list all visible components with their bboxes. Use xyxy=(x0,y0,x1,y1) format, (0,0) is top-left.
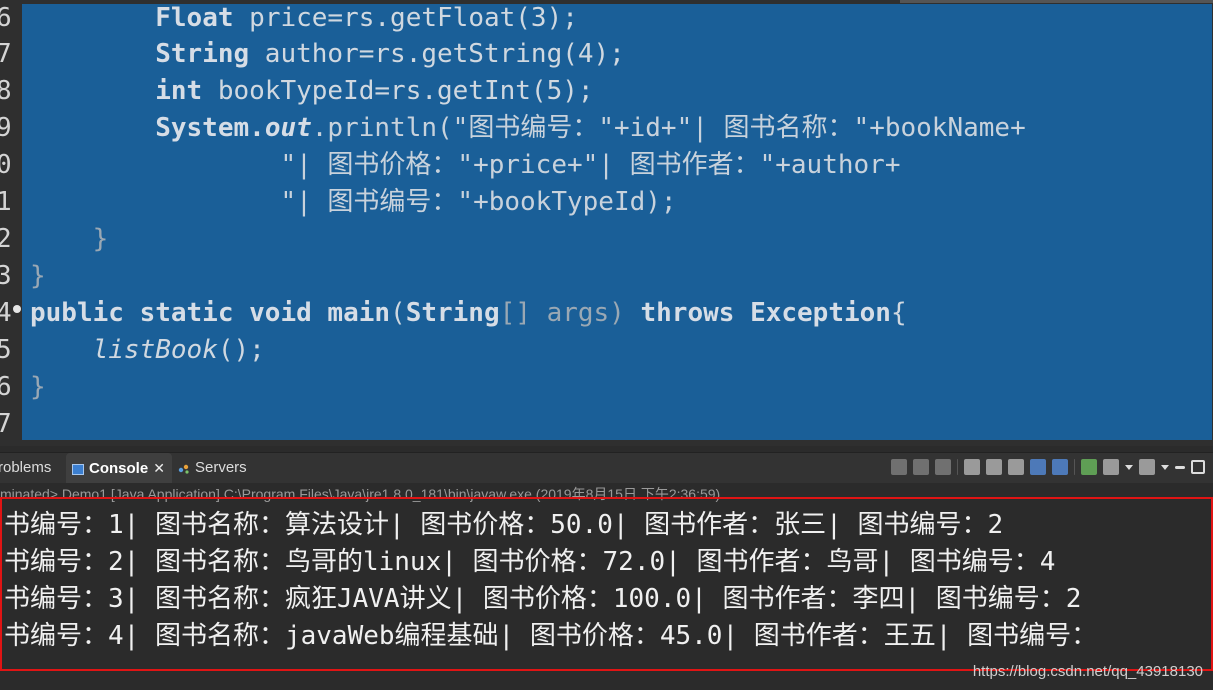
code-editor[interactable]: 6 7 8 9 0 1 2 3 4 5 6 7 Float price=rs.g… xyxy=(0,0,1213,446)
line-number: 0 xyxy=(0,150,12,180)
scroll-lock-icon[interactable] xyxy=(986,459,1002,475)
watermark: https://blog.csdn.net/qq_43918130 xyxy=(972,663,1203,680)
remove-launch-icon[interactable] xyxy=(913,459,929,475)
code-line: public static void main(String[] args) t… xyxy=(30,298,907,328)
code-line: listBook(); xyxy=(92,335,265,365)
tab-servers-label: Servers xyxy=(195,459,247,476)
editor-top-edge xyxy=(900,0,1213,3)
line-number: 4 xyxy=(0,298,12,328)
word-wrap-icon[interactable] xyxy=(1008,459,1024,475)
tab-console[interactable]: Console ✕ xyxy=(66,453,172,483)
display-console-icon[interactable] xyxy=(1103,459,1119,475)
fold-toggle-icon[interactable] xyxy=(13,305,21,313)
code-line: "| 图书编号："+bookTypeId); xyxy=(30,187,677,217)
show-on-stderr-icon[interactable] xyxy=(1052,459,1068,475)
code-line: } xyxy=(30,261,46,291)
code-line: } xyxy=(30,372,46,402)
remove-all-terminated-icon[interactable] xyxy=(935,459,951,475)
line-number: 6 xyxy=(0,3,12,33)
toolbar-separator xyxy=(957,459,958,475)
line-number: 8 xyxy=(0,76,12,106)
code-line: System.out.println("图书编号："+id+"| 图书名称："+… xyxy=(30,113,1026,143)
line-number: 5 xyxy=(0,335,12,365)
pin-console-icon[interactable] xyxy=(1081,459,1097,475)
code-line: Float price=rs.getFloat(3); xyxy=(155,3,578,33)
servers-icon xyxy=(178,464,189,474)
chevron-down-icon[interactable] xyxy=(1161,464,1169,470)
console-icon xyxy=(72,463,84,475)
clear-console-icon[interactable] xyxy=(964,459,980,475)
minimize-icon[interactable] xyxy=(1175,465,1185,469)
console-toolbar xyxy=(891,456,1205,478)
code-line: } xyxy=(30,224,109,254)
line-number: 1 xyxy=(0,187,12,217)
open-console-icon[interactable] xyxy=(1139,459,1155,475)
line-number: 7 xyxy=(0,39,12,69)
maximize-icon[interactable] xyxy=(1191,460,1205,474)
toolbar-separator xyxy=(1074,459,1075,475)
line-number: 6 xyxy=(0,372,12,402)
tab-problems[interactable]: roblems xyxy=(0,453,51,483)
tab-servers[interactable]: Servers xyxy=(178,453,247,483)
close-icon[interactable]: ✕ xyxy=(153,460,165,476)
chevron-down-icon[interactable] xyxy=(1125,464,1133,470)
line-number: 3 xyxy=(0,261,12,291)
code-line: "| 图书价格："+price+"| 图书作者："+author+ xyxy=(30,150,901,180)
code-line: int bookTypeId=rs.getInt(5); xyxy=(155,76,594,106)
highlight-box xyxy=(0,497,1213,671)
show-on-stdout-icon[interactable] xyxy=(1030,459,1046,475)
line-number: 2 xyxy=(0,224,12,254)
code-line: String author=rs.getString(4); xyxy=(155,39,625,69)
terminate-icon[interactable] xyxy=(891,459,907,475)
tab-console-label: Console xyxy=(89,460,149,477)
line-number: 7 xyxy=(0,409,12,439)
line-number: 9 xyxy=(0,113,12,143)
tab-problems-label: roblems xyxy=(0,459,52,476)
